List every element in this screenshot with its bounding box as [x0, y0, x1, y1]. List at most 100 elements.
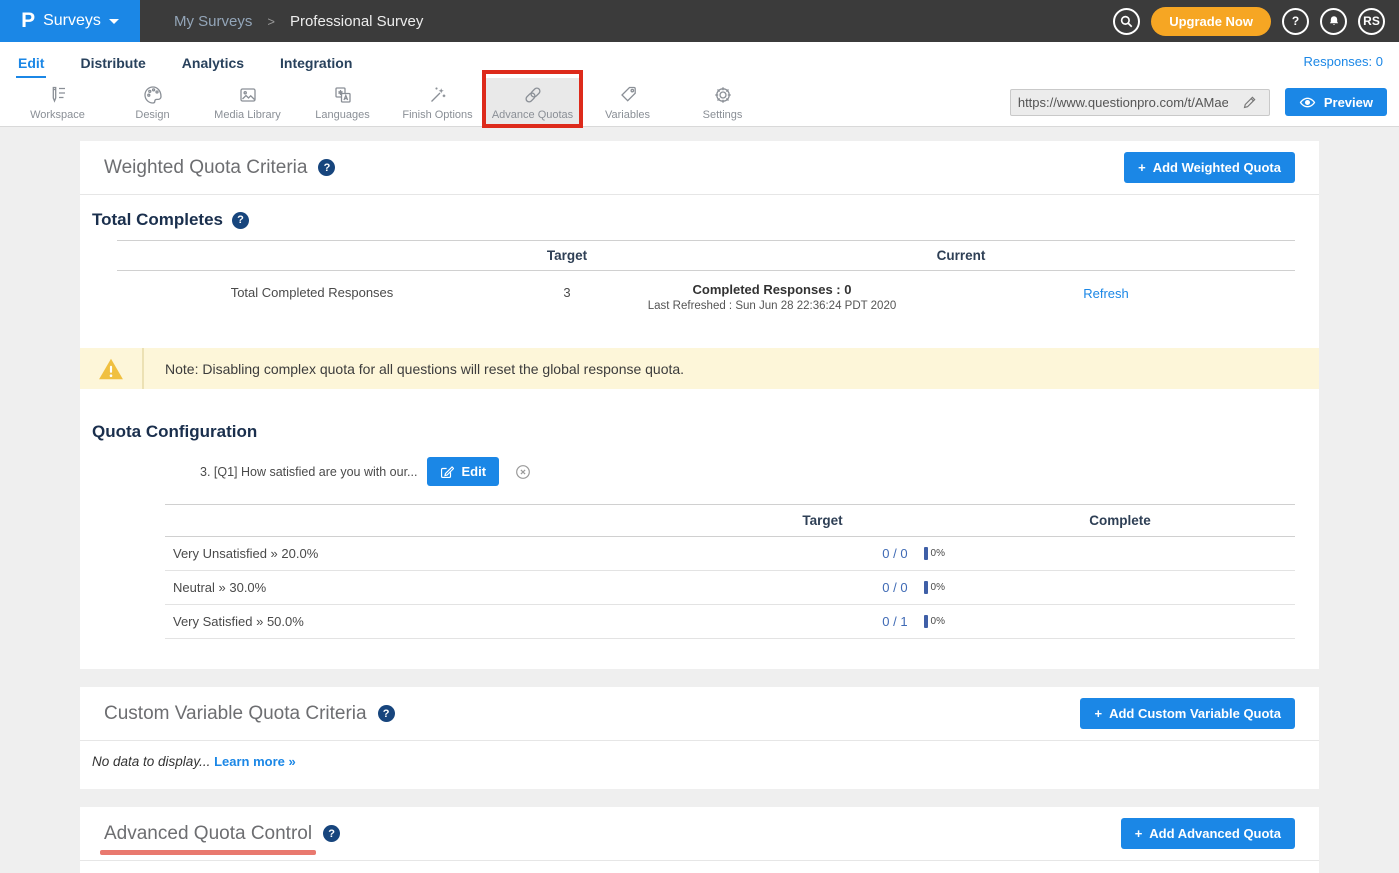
warning-icon: [98, 357, 124, 381]
variables-icon: [617, 84, 639, 106]
notifications-button[interactable]: [1320, 8, 1347, 35]
plus-icon: +: [1094, 706, 1102, 721]
total-completes-heading: Total Completes ?: [80, 195, 1319, 240]
quota-percent: 0%: [931, 548, 945, 559]
breadcrumb: My Surveys > Professional Survey: [174, 13, 423, 30]
weighted-quota-card: Weighted Quota Criteria ? + Add Weighted…: [80, 141, 1319, 669]
media-library-icon: [237, 84, 259, 106]
column-header-target: Target: [507, 248, 627, 263]
quota-configuration-heading: Quota Configuration: [80, 407, 1319, 452]
quota-config-table: Target Complete Very Unsatisfied » 20.0%…: [165, 504, 1295, 669]
weighted-quota-title: Weighted Quota Criteria ?: [104, 157, 335, 179]
quota-fraction: 0 / 1: [882, 614, 907, 629]
toolbar-item-finish-options[interactable]: Finish Options: [390, 78, 485, 126]
toolbar-right: Preview: [1010, 78, 1399, 126]
tab-distribute[interactable]: Distribute: [78, 47, 147, 78]
topbar-actions: Upgrade Now ? RS: [1113, 7, 1399, 36]
toolbar-item-design[interactable]: Media Library Design: [105, 78, 200, 126]
survey-url-input[interactable]: [1011, 95, 1235, 110]
custom-variable-quota-header: Custom Variable Quota Criteria ? + Add C…: [80, 687, 1319, 740]
custom-variable-help-icon[interactable]: ?: [378, 705, 395, 722]
refresh-link[interactable]: Refresh: [1083, 286, 1129, 301]
languages-icon: [332, 84, 354, 106]
upgrade-now-button[interactable]: Upgrade Now: [1151, 7, 1271, 36]
tab-analytics[interactable]: Analytics: [180, 47, 246, 78]
current-value: Completed Responses : 0 Last Refreshed :…: [627, 282, 917, 312]
remove-quota-button[interactable]: [515, 464, 531, 480]
total-completes-help-icon[interactable]: ?: [232, 212, 249, 229]
edit-quota-button[interactable]: Edit: [427, 457, 499, 486]
quota-row-very-unsatisfied: Very Unsatisfied » 20.0% 0 / 0 0%: [165, 537, 1295, 571]
page-content: Weighted Quota Criteria ? + Add Weighted…: [0, 127, 1399, 873]
custom-variable-quota-card: Custom Variable Quota Criteria ? + Add C…: [80, 687, 1319, 789]
add-weighted-quota-button[interactable]: + Add Weighted Quota: [1124, 152, 1295, 183]
advanced-quota-help-icon[interactable]: ?: [323, 825, 340, 842]
finish-options-icon: [427, 84, 449, 106]
quota-row-neutral: Neutral » 30.0% 0 / 0 0%: [165, 571, 1295, 605]
annotation-red-underline: [100, 850, 316, 855]
add-advanced-quota-button[interactable]: + Add Advanced Quota: [1121, 818, 1295, 849]
bell-icon: [1327, 14, 1341, 28]
search-button[interactable]: [1113, 8, 1140, 35]
workspace-icon: [47, 84, 69, 106]
progress-bar: [924, 581, 928, 594]
edit-icon: [440, 465, 454, 479]
surveys-menu[interactable]: P Surveys: [0, 0, 140, 42]
tab-bar: Edit Distribute Analytics Integration Re…: [0, 42, 1399, 78]
advanced-quota-header: Advanced Quota Control ? + Add Advanced …: [80, 807, 1319, 860]
toolbar-item-settings[interactable]: Settings: [675, 78, 770, 126]
learn-more-link[interactable]: Learn more »: [214, 754, 296, 769]
progress-bar: [924, 615, 928, 628]
plus-icon: +: [1135, 826, 1143, 841]
advanced-quota-card: Advanced Quota Control ? + Add Advanced …: [80, 807, 1319, 873]
quota-question-label: 3. [Q1] How satisfied are you with our..…: [200, 465, 417, 479]
weighted-quota-help-icon[interactable]: ?: [318, 159, 335, 176]
top-bar: P Surveys My Surveys > Professional Surv…: [0, 0, 1399, 42]
edit-toolbar: Workspace Media Library Design Media Lib…: [0, 78, 1399, 127]
column-header-current: Current: [627, 248, 1295, 263]
toolbar-item-languages[interactable]: Languages: [295, 78, 390, 126]
breadcrumb-my-surveys[interactable]: My Surveys: [174, 13, 252, 30]
breadcrumb-separator: >: [267, 14, 275, 29]
help-button[interactable]: ?: [1282, 8, 1309, 35]
responses-count: Responses: 0: [1304, 54, 1384, 78]
weighted-quota-header: Weighted Quota Criteria ? + Add Weighted…: [80, 141, 1319, 194]
avatar[interactable]: RS: [1358, 8, 1385, 35]
note-text: Note: Disabling complex quota for all qu…: [144, 348, 684, 389]
no-data-text: No data to display...: [92, 754, 210, 769]
toolbar-item-workspace[interactable]: Workspace: [10, 78, 105, 126]
custom-variable-empty-state: No data to display... Learn more »: [80, 741, 1319, 789]
settings-icon: [712, 84, 734, 106]
column-header-target: Target: [700, 513, 945, 528]
total-completes-row: Total Completed Responses 3 Completed Re…: [117, 271, 1295, 328]
total-completed-responses-label: Total Completed Responses: [117, 282, 507, 312]
surveys-menu-label: Surveys: [43, 12, 101, 30]
completed-responses-count: Completed Responses : 0: [627, 282, 917, 297]
toolbar-item-advance-quotas[interactable]: Advance Quotas: [485, 78, 580, 126]
total-completes-table: Target Current Total Completed Responses…: [117, 240, 1295, 328]
plus-icon: +: [1138, 160, 1146, 175]
quota-percent: 0%: [931, 582, 945, 593]
search-icon: [1119, 14, 1134, 29]
custom-variable-quota-title: Custom Variable Quota Criteria ?: [104, 703, 395, 725]
advanced-quota-title: Advanced Quota Control ?: [104, 823, 340, 845]
toolbar-item-media-library[interactable]: Media Library: [200, 78, 295, 126]
chevron-down-icon: [109, 19, 119, 24]
breadcrumb-current-survey: Professional Survey: [290, 13, 423, 30]
quota-question-row: 3. [Q1] How satisfied are you with our..…: [80, 452, 1319, 498]
toolbar-item-variables[interactable]: Variables: [580, 78, 675, 126]
target-value: 3: [507, 282, 627, 312]
quota-fraction: 0 / 0: [882, 546, 907, 561]
pencil-icon: [1242, 95, 1257, 110]
design-icon: [142, 84, 164, 106]
add-custom-variable-quota-button[interactable]: + Add Custom Variable Quota: [1080, 698, 1295, 729]
circle-x-icon: [515, 464, 531, 480]
tab-integration[interactable]: Integration: [278, 47, 354, 78]
note-banner: Note: Disabling complex quota for all qu…: [80, 348, 1319, 389]
quota-config-table-header: Target Complete: [165, 504, 1295, 537]
preview-button[interactable]: Preview: [1285, 88, 1387, 116]
progress-bar: [924, 547, 928, 560]
eye-icon: [1299, 96, 1316, 109]
tab-edit[interactable]: Edit: [16, 47, 46, 78]
edit-url-button[interactable]: [1235, 95, 1265, 110]
